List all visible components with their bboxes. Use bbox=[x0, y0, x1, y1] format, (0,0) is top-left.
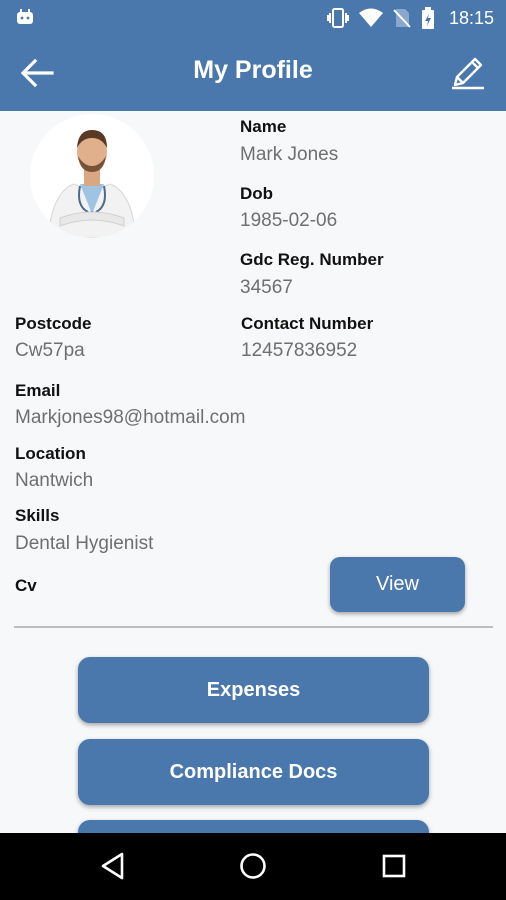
battery-icon bbox=[421, 7, 434, 29]
dob-label: Dob bbox=[240, 184, 274, 203]
postcode-value: Cw57pa bbox=[15, 340, 85, 361]
name-label: Name bbox=[240, 117, 287, 136]
divider bbox=[14, 626, 493, 628]
wifi-icon bbox=[358, 8, 383, 27]
navigation-bar bbox=[0, 833, 506, 900]
app-toolbar: My Profile bbox=[0, 34, 506, 111]
gdc-value: 34567 bbox=[240, 277, 293, 298]
location-label: Location bbox=[15, 444, 86, 463]
compliance-docs-button[interactable]: Compliance Docs bbox=[78, 739, 429, 805]
back-triangle-icon[interactable] bbox=[98, 851, 128, 881]
contact-number-value: 12457836952 bbox=[241, 340, 358, 361]
no-sim-icon bbox=[393, 9, 411, 28]
avatar bbox=[30, 114, 154, 238]
status-bar: 18:15 bbox=[0, 0, 506, 34]
name-value: Mark Jones bbox=[240, 144, 339, 165]
clock: 18:15 bbox=[448, 7, 494, 28]
email-label: Email bbox=[15, 381, 61, 400]
page-title: My Profile bbox=[193, 56, 313, 84]
view-cv-button[interactable]: View bbox=[330, 557, 465, 612]
pencil-icon[interactable] bbox=[450, 54, 486, 90]
email-value: Markjones98@hotmail.com bbox=[15, 407, 246, 428]
cv-label: Cv bbox=[15, 576, 37, 595]
postcode-label: Postcode bbox=[15, 314, 92, 333]
location-value: Nantwich bbox=[15, 470, 94, 491]
expenses-button[interactable]: Expenses bbox=[78, 657, 429, 723]
doctor-avatar-image bbox=[30, 114, 154, 238]
home-circle-icon[interactable] bbox=[238, 851, 268, 881]
contact-number-label: Contact Number bbox=[241, 314, 374, 333]
vibrate-icon bbox=[326, 8, 349, 28]
recents-square-icon[interactable] bbox=[379, 851, 409, 881]
gdc-label: Gdc Reg. Number bbox=[240, 250, 384, 269]
dob-value: 1985-02-06 bbox=[240, 210, 338, 231]
skills-label: Skills bbox=[15, 506, 60, 525]
android-icon bbox=[17, 9, 33, 24]
skills-value: Dental Hygienist bbox=[15, 533, 154, 554]
